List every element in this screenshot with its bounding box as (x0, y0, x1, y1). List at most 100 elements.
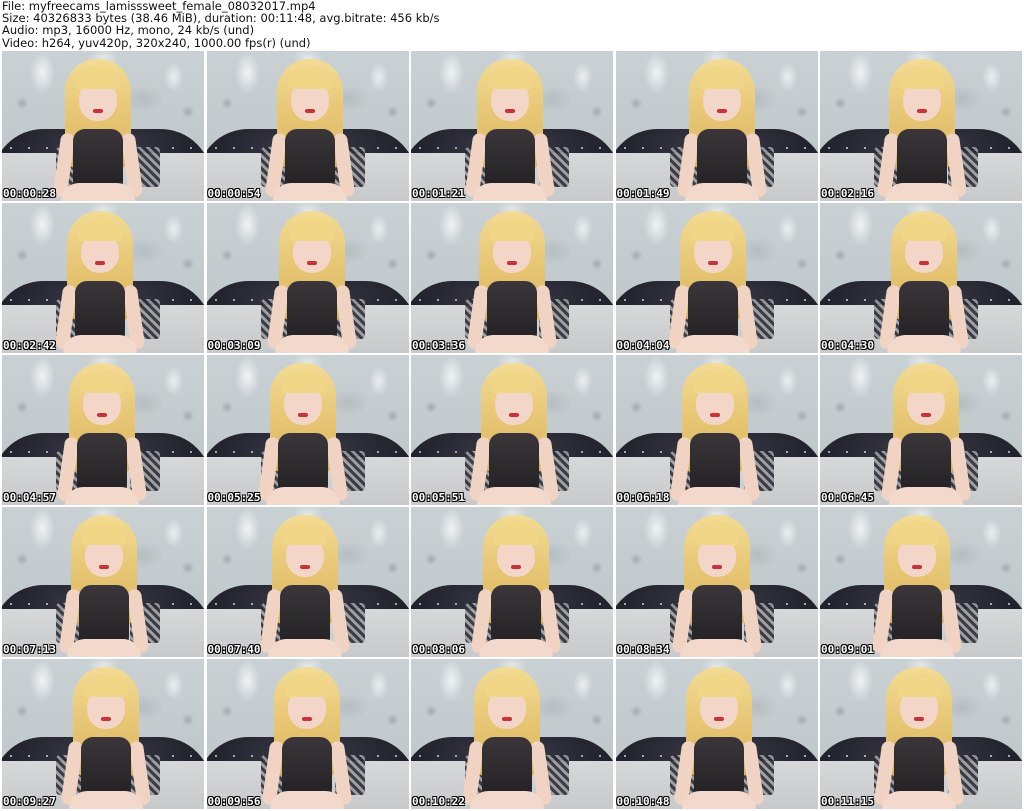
timestamp-label: 00:04:04 (616, 339, 670, 352)
person-figure (867, 51, 977, 201)
audio-info-line: Audio: mp3, 16000 Hz, mono, 24 kb/s (und… (2, 23, 255, 38)
person-figure (45, 203, 155, 353)
video-thumbnail: 00:00:28 (2, 51, 204, 201)
video-thumbnail: 00:07:13 (2, 507, 204, 657)
legs (475, 335, 549, 353)
person-figure (869, 203, 979, 353)
person-figure (664, 659, 774, 809)
legs (274, 335, 349, 353)
video-thumbnail: 00:10:48 (615, 659, 818, 809)
timestamp-label: 00:07:40 (207, 643, 261, 656)
lips (99, 565, 109, 569)
legs (63, 335, 137, 353)
person-figure (864, 659, 974, 809)
lips (93, 109, 103, 113)
video-info-line: Video: h264, yuv420p, 320x240, 1000.00 f… (2, 35, 311, 50)
thumbnail-grid: 00:00:28 00:00:54 00:01:21 00:01:49 00:02:16… (2, 51, 1022, 811)
timestamp-label: 00:09:27 (3, 795, 56, 808)
video-thumbnail: 00:01:21 (411, 51, 613, 201)
video-thumbnail: 00:04:30 (820, 203, 1022, 353)
timestamp-label: 00:11:15 (821, 795, 874, 808)
person-figure (250, 507, 360, 657)
video-thumbnail: 00:09:01 (820, 507, 1022, 657)
legs (675, 335, 750, 353)
legs (267, 639, 342, 657)
legs (679, 639, 754, 657)
legs (272, 183, 347, 201)
person-figure (461, 507, 571, 657)
legs (470, 791, 544, 809)
person-figure (459, 355, 569, 505)
timestamp-label: 00:01:21 (412, 187, 465, 200)
lips (301, 717, 312, 721)
legs (265, 487, 340, 505)
person-figure (252, 659, 362, 809)
timestamp-label: 00:09:01 (821, 643, 874, 656)
video-thumbnail: 00:05:25 (206, 355, 409, 505)
timestamp-label: 00:01:49 (616, 187, 670, 200)
lips (919, 261, 929, 265)
lips (306, 261, 317, 265)
video-thumbnail: 00:08:34 (615, 507, 818, 657)
lips (97, 413, 107, 417)
video-thumbnail: 00:11:15 (820, 659, 1022, 809)
video-thumbnail: 00:08:06 (411, 507, 613, 657)
legs (69, 791, 143, 809)
timestamp-label: 00:08:06 (412, 643, 465, 656)
timestamp-label: 00:10:48 (616, 795, 670, 808)
lips (713, 717, 724, 721)
lips (921, 413, 931, 417)
legs (67, 639, 141, 657)
person-figure (862, 507, 972, 657)
person-figure (662, 507, 772, 657)
video-thumbnail: 00:04:57 (2, 355, 204, 505)
video-thumbnail: 00:02:42 (2, 203, 204, 353)
legs (681, 791, 756, 809)
video-thumbnail: 00:03:36 (411, 203, 613, 353)
lips (297, 413, 308, 417)
person-figure (43, 51, 153, 201)
timestamp-label: 00:10:22 (412, 795, 465, 808)
legs (880, 639, 954, 657)
person-figure (452, 659, 562, 809)
legs (477, 487, 551, 505)
lips (707, 261, 718, 265)
timestamp-label: 00:09:56 (207, 795, 261, 808)
legs (479, 639, 553, 657)
timestamp-label: 00:00:54 (207, 187, 261, 200)
person-figure (47, 355, 157, 505)
legs (887, 335, 961, 353)
timestamp-label: 00:06:18 (616, 491, 670, 504)
legs (61, 183, 135, 201)
timestamp-label: 00:05:25 (207, 491, 261, 504)
person-figure (667, 51, 777, 201)
video-thumbnail: 00:04:04 (615, 203, 818, 353)
person-figure (51, 659, 161, 809)
video-thumbnail: 00:06:45 (820, 355, 1022, 505)
lips (507, 261, 517, 265)
timestamp-label: 00:03:09 (207, 339, 261, 352)
video-thumbnail: 00:03:09 (206, 203, 409, 353)
video-thumbnail: 00:01:49 (615, 51, 818, 201)
video-thumbnail: 00:00:54 (206, 51, 409, 201)
lips (511, 565, 521, 569)
lips (912, 565, 922, 569)
video-thumbnail: 00:09:27 (2, 659, 204, 809)
lips (304, 109, 315, 113)
lips (917, 109, 927, 113)
person-figure (871, 355, 981, 505)
timestamp-label: 00:00:28 (3, 187, 56, 200)
video-thumbnail: 00:02:16 (820, 51, 1022, 201)
lips (101, 717, 111, 721)
legs (65, 487, 139, 505)
lips (709, 413, 720, 417)
video-thumbnail: 00:09:56 (206, 659, 409, 809)
lips (299, 565, 310, 569)
timestamp-label: 00:03:36 (412, 339, 465, 352)
lips (914, 717, 924, 721)
lips (95, 261, 105, 265)
lips (711, 565, 722, 569)
lips (716, 109, 727, 113)
video-thumbnail: 00:10:22 (411, 659, 613, 809)
video-thumbnail: 00:06:18 (615, 355, 818, 505)
